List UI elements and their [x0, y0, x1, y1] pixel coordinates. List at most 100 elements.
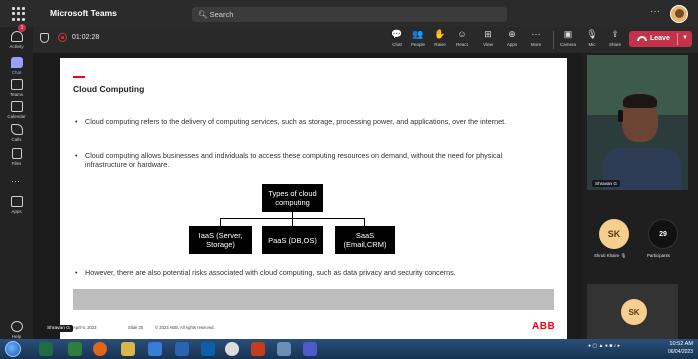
participant-name: Shruti Khaire 🎙︎ — [594, 253, 626, 259]
rail-calendar[interactable]: Calendar — [0, 101, 33, 119]
chrome-icon[interactable] — [225, 342, 239, 356]
slide-gray-band — [73, 289, 554, 310]
video-person-hair — [623, 94, 657, 108]
raise-hand-icon: ✋ — [434, 29, 446, 39]
toolbar-divider — [553, 31, 554, 49]
edge-icon[interactable] — [148, 342, 162, 356]
view-icon: ⊞ — [484, 29, 492, 39]
word-icon[interactable] — [175, 342, 189, 356]
abb-logo: ABB — [532, 321, 556, 332]
camera-button[interactable]: ▣ Camera — [556, 29, 580, 47]
diagram-connector — [364, 218, 365, 226]
mic-off-icon: 🎙︎ — [620, 253, 627, 258]
more-button[interactable]: ··· More — [524, 29, 548, 47]
react-button[interactable]: ☺ React — [450, 29, 474, 47]
profile-avatar[interactable] — [670, 5, 688, 23]
rail-activity-label: Activity — [9, 44, 24, 49]
app-launcher-icon[interactable] — [12, 7, 26, 21]
app-icon[interactable] — [68, 342, 82, 356]
search-input[interactable]: 🔍︎ Search — [192, 7, 507, 22]
more-options-icon[interactable]: ··· — [650, 6, 660, 17]
more-icon: ··· — [531, 29, 541, 39]
teams-icon — [10, 79, 23, 90]
chevron-down-icon[interactable]: ▼ — [682, 35, 688, 41]
meeting-timer: 01:02:28 — [72, 34, 100, 41]
people-button[interactable]: 👥 People — [406, 29, 430, 47]
rail-help[interactable]: Help — [0, 321, 33, 339]
share-button[interactable]: ⇪ Share — [603, 29, 627, 47]
file-explorer-icon[interactable] — [121, 342, 135, 356]
slide-footer-copyright: © 2023 ABB. All rights reserved. — [155, 325, 215, 330]
rail-teams-label: Teams — [9, 92, 24, 97]
rail-calendar-label: Calendar — [7, 114, 26, 119]
view-button[interactable]: ⊞ View — [476, 29, 500, 47]
outlook-icon[interactable] — [201, 342, 215, 356]
bullet-dot: • — [75, 117, 78, 126]
calendar-icon — [10, 101, 23, 112]
bullet-text: Cloud computing refers to the delivery o… — [85, 117, 507, 126]
powerpoint-icon[interactable] — [251, 342, 265, 356]
rail-apps[interactable]: Apps — [0, 196, 33, 214]
diagram-child-node: PaaS (DB,OS) — [262, 226, 323, 254]
help-icon — [10, 321, 23, 332]
react-label: React — [456, 42, 468, 47]
rail-activity[interactable]: Activity — [0, 31, 33, 49]
participants-label: Participants — [647, 253, 670, 258]
slide-footer-date: April 6, 2023 — [73, 325, 97, 330]
share-label: Share — [608, 42, 621, 47]
more-label: More — [530, 42, 542, 47]
camera-off-icon: ▣ — [563, 29, 573, 39]
bell-icon — [10, 31, 23, 42]
rail-files[interactable]: Files — [0, 148, 33, 166]
system-tray[interactable]: ● ▢ ▲ ● ■ ♪ ▸ — [588, 343, 620, 349]
diagram-root-node: Types of cloud computing — [262, 184, 323, 212]
rail-teams[interactable]: Teams — [0, 79, 33, 97]
participant-count-avatar[interactable]: 29 — [648, 219, 678, 249]
app-icon[interactable] — [277, 342, 291, 356]
shield-icon[interactable] — [40, 33, 49, 43]
app-title: Microsoft Teams — [50, 8, 117, 18]
apps-button[interactable]: ⊕ Apps — [500, 29, 524, 47]
presenter-name-tag: Shravan G — [44, 325, 73, 332]
rail-chat-label: Chat — [11, 70, 22, 75]
people-label: People — [410, 42, 425, 47]
diagram-connector — [292, 218, 293, 226]
search-placeholder: Search — [209, 10, 234, 19]
chat-unread-badge: 1 — [18, 24, 26, 32]
clock-date[interactable]: 06/04/2023 — [659, 349, 693, 355]
teams-taskbar-icon[interactable] — [303, 342, 317, 356]
mic-off-icon: 🎙 — [586, 29, 598, 39]
diagram-child-node: SaaS (Email,CRM) — [335, 226, 395, 254]
bullet-dot: • — [75, 268, 78, 277]
hang-up-icon — [637, 36, 647, 41]
diagram-child-node: IaaS (Server, Storage) — [189, 226, 252, 254]
rail-files-label: Files — [11, 161, 22, 166]
bullet-dot: • — [75, 151, 78, 160]
apps-icon: ⊕ — [508, 29, 516, 39]
leave-divider — [677, 33, 678, 45]
headset-icon — [618, 110, 623, 122]
rail-calls[interactable]: Calls — [0, 124, 33, 142]
people-icon: 👥 — [412, 29, 424, 39]
participant-avatar[interactable]: SK — [599, 219, 629, 249]
diagram-connector — [220, 218, 221, 226]
raise-label: Raise — [434, 42, 446, 47]
search-icon: 🔍︎ — [198, 10, 208, 19]
video-name-tag: Shravan G — [592, 180, 620, 187]
apps-grid-icon — [10, 196, 23, 207]
chat-icon — [10, 57, 23, 68]
share-icon: ⇪ — [611, 29, 619, 39]
firefox-icon[interactable] — [93, 342, 107, 356]
start-button-icon[interactable] — [5, 341, 21, 357]
rail-apps-label: Apps — [11, 209, 22, 214]
slide-title-accent — [73, 76, 85, 78]
mic-label: Mic — [588, 42, 596, 47]
rail-more-icon[interactable]: ··· — [11, 176, 20, 186]
react-icon: ☺ — [457, 29, 467, 39]
mic-button[interactable]: 🎙 Mic — [580, 29, 604, 47]
rail-chat[interactable]: Chat — [0, 57, 33, 75]
apps-label: Apps — [506, 42, 518, 47]
raise-hand-button[interactable]: ✋ Raise — [428, 29, 452, 47]
excel-icon[interactable] — [39, 342, 53, 356]
clock-time[interactable]: 10:52 AM — [659, 341, 693, 347]
